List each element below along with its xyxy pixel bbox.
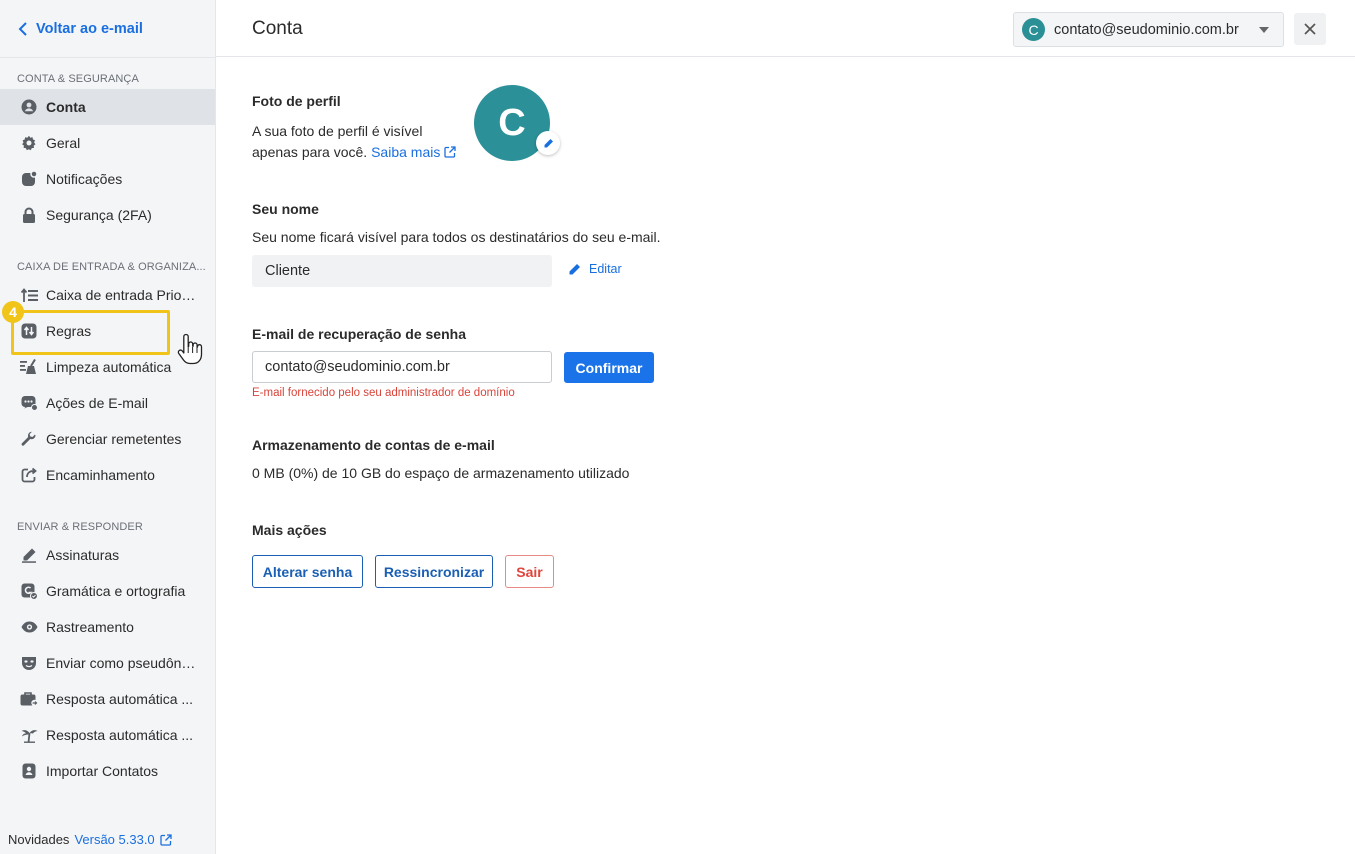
learn-more-label: Saiba mais — [371, 144, 441, 160]
sidebar-item-label: Assinaturas — [46, 547, 120, 563]
sidebar-item-encaminhamento[interactable]: Encaminhamento — [0, 457, 215, 493]
sidebar-item-label: Regras — [46, 323, 92, 339]
sidebar-item-gerenciar-remetentes[interactable]: Gerenciar remetentes — [0, 421, 215, 457]
sidebar-item-resposta-auto-1[interactable]: Resposta automática ... — [0, 681, 215, 717]
sidebar-item-label: Ações de E-mail — [46, 395, 148, 411]
notification-icon — [20, 170, 38, 188]
recovery-heading: E-mail de recuperação de senha — [252, 326, 466, 342]
chevron-left-icon — [18, 18, 36, 40]
profile-photo-heading: Foto de perfil — [252, 93, 341, 109]
pencil-icon — [543, 138, 554, 149]
profile-photo-desc-2: apenas para você. Saiba mais — [252, 142, 456, 163]
eye-icon — [20, 618, 38, 636]
section-title-inbox: CAIXA DE ENTRADA & ORGANIZA... — [17, 261, 206, 273]
rules-icon — [20, 322, 38, 340]
version-label: Versão 5.33.0 — [74, 832, 155, 847]
page-title: Conta — [252, 18, 303, 39]
edit-label: Editar — [589, 262, 622, 276]
close-icon — [1304, 23, 1316, 35]
sidebar-item-label: Rastreamento — [46, 619, 134, 635]
wrench-icon — [20, 430, 38, 448]
resync-button[interactable]: Ressincronizar — [375, 555, 493, 588]
palm-tree-icon — [20, 726, 38, 744]
recovery-email-input[interactable] — [252, 351, 552, 383]
sidebar-item-label: Gramática e ortografia — [46, 583, 186, 599]
sidebar-footer: Novidades Versão 5.33.0 — [8, 832, 172, 847]
sidebar-item-priority-inbox[interactable]: Caixa de entrada Prior... — [0, 277, 215, 313]
more-actions-heading: Mais ações — [252, 522, 327, 538]
sidebar-item-geral[interactable]: Geral — [0, 125, 215, 161]
forward-icon — [20, 466, 38, 484]
close-button[interactable] — [1294, 13, 1326, 45]
storage-desc: 0 MB (0%) de 10 GB do espaço de armazena… — [252, 465, 630, 481]
user-circle-icon — [20, 98, 38, 116]
lock-icon — [20, 206, 38, 224]
avatar: C — [1022, 18, 1045, 41]
edit-name-link[interactable]: Editar — [568, 262, 622, 276]
name-field: Cliente — [252, 255, 552, 287]
sidebar-item-notificacoes[interactable]: Notificações — [0, 161, 215, 197]
name-desc: Seu nome ficará visível para todos os de… — [252, 229, 661, 245]
hand-cursor-icon — [177, 332, 205, 366]
back-to-email-link[interactable]: Voltar ao e-mail — [18, 18, 143, 40]
sidebar-item-label: Geral — [46, 135, 81, 151]
sidebar-item-seguranca[interactable]: Segurança (2FA) — [0, 197, 215, 233]
email-actions-icon — [20, 394, 38, 412]
sidebar-item-acoes-email[interactable]: Ações de E-mail — [0, 385, 215, 421]
profile-photo-desc-2-text: apenas para você. — [252, 144, 368, 160]
sidebar-item-rastreamento[interactable]: Rastreamento — [0, 609, 215, 645]
sidebar-item-conta[interactable]: Conta — [0, 89, 215, 125]
sidebar: Voltar ao e-mail CONTA & SEGURANÇA Conta… — [0, 0, 216, 854]
version-link[interactable]: Versão 5.33.0 — [74, 832, 172, 847]
change-password-button[interactable]: Alterar senha — [252, 555, 363, 588]
account-email: contato@seudominio.com.br — [1054, 21, 1239, 38]
header: Conta C contato@seudominio.com.br — [216, 0, 1355, 57]
sidebar-item-label: Caixa de entrada Prior... — [46, 287, 196, 303]
broom-icon — [20, 358, 38, 376]
name-heading: Seu nome — [252, 201, 319, 217]
sidebar-item-label: Encaminhamento — [46, 467, 155, 483]
back-label: Voltar ao e-mail — [36, 21, 143, 37]
sidebar-item-label: Conta — [46, 99, 86, 115]
sidebar-item-assinaturas[interactable]: Assinaturas — [0, 537, 215, 573]
learn-more-link[interactable]: Saiba mais — [371, 144, 456, 160]
sidebar-item-label: Resposta automática ... — [46, 727, 194, 743]
storage-heading: Armazenamento de contas de e-mail — [252, 437, 495, 453]
step-badge: 4 — [2, 301, 24, 323]
sidebar-item-pseudonimo[interactable]: Enviar como pseudôni... — [0, 645, 215, 681]
sidebar-item-gramatica[interactable]: Gramática e ortografia — [0, 573, 215, 609]
sidebar-item-label: Segurança (2FA) — [46, 207, 152, 223]
pencil-icon — [568, 263, 589, 276]
priority-list-icon — [20, 286, 38, 304]
gear-icon — [20, 134, 38, 152]
section-title-account: CONTA & SEGURANÇA — [17, 73, 139, 85]
sidebar-item-label: Resposta automática ... — [46, 691, 194, 707]
contacts-icon — [20, 762, 38, 780]
grammar-icon — [20, 582, 38, 600]
sidebar-item-label: Importar Contatos — [46, 763, 159, 779]
account-dropdown[interactable]: C contato@seudominio.com.br — [1013, 12, 1284, 47]
external-link-icon — [160, 833, 172, 846]
sign-out-button[interactable]: Sair — [505, 555, 554, 588]
sidebar-item-label: Gerenciar remetentes — [46, 431, 182, 447]
external-link-icon — [444, 146, 456, 158]
main-content: Foto de perfil A sua foto de perfil é vi… — [216, 57, 1355, 854]
divider — [0, 57, 215, 58]
news-label: Novidades — [8, 832, 70, 847]
sidebar-item-label: Enviar como pseudôni... — [46, 655, 196, 671]
recovery-error: E-mail fornecido pelo seu administrador … — [252, 387, 515, 399]
pen-icon — [20, 546, 38, 564]
edit-avatar-button[interactable] — [536, 131, 560, 155]
sidebar-item-resposta-auto-2[interactable]: Resposta automática ... — [0, 717, 215, 753]
sidebar-item-label: Notificações — [46, 171, 123, 187]
mask-icon — [20, 654, 38, 672]
sidebar-item-importar-contatos[interactable]: Importar Contatos — [0, 753, 215, 789]
confirm-button[interactable]: Confirmar — [564, 352, 654, 383]
profile-photo-desc-1: A sua foto de perfil é visível — [252, 123, 423, 139]
briefcase-icon — [20, 690, 38, 708]
caret-down-icon — [1259, 27, 1269, 33]
section-title-send: ENVIAR & RESPONDER — [17, 521, 143, 533]
sidebar-item-label: Limpeza automática — [46, 359, 172, 375]
